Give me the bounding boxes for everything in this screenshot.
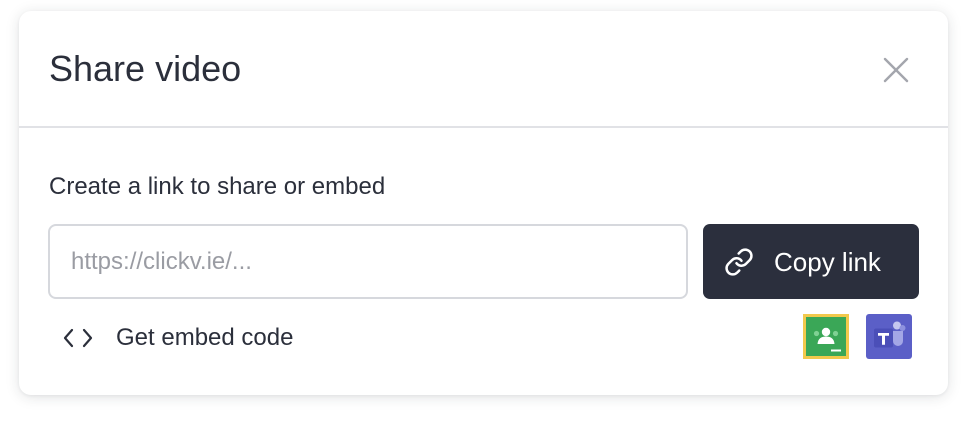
microsoft-teams-button[interactable] [866, 314, 912, 359]
code-icon [63, 328, 93, 348]
close-icon [883, 57, 909, 83]
dialog-title: Share video [49, 48, 242, 89]
link-icon [725, 247, 753, 276]
microsoft-teams-icon [866, 314, 912, 359]
share-video-dialog: Share video Create a link to share or em… [19, 11, 948, 395]
share-link-input[interactable] [48, 224, 688, 299]
google-classroom-icon [803, 314, 849, 359]
embed-label: Get embed code [116, 324, 294, 351]
google-classroom-button[interactable] [803, 314, 849, 359]
dialog-header: Share video [19, 11, 948, 128]
dialog-body: Create a link to share or embed Copy lin… [19, 128, 948, 395]
copy-link-button[interactable]: Copy link [703, 224, 919, 299]
copy-link-label: Copy link [774, 246, 881, 277]
get-embed-code-link[interactable]: Get embed code [63, 318, 293, 358]
share-section-label: Create a link to share or embed [49, 173, 386, 200]
close-button[interactable] [877, 51, 915, 89]
